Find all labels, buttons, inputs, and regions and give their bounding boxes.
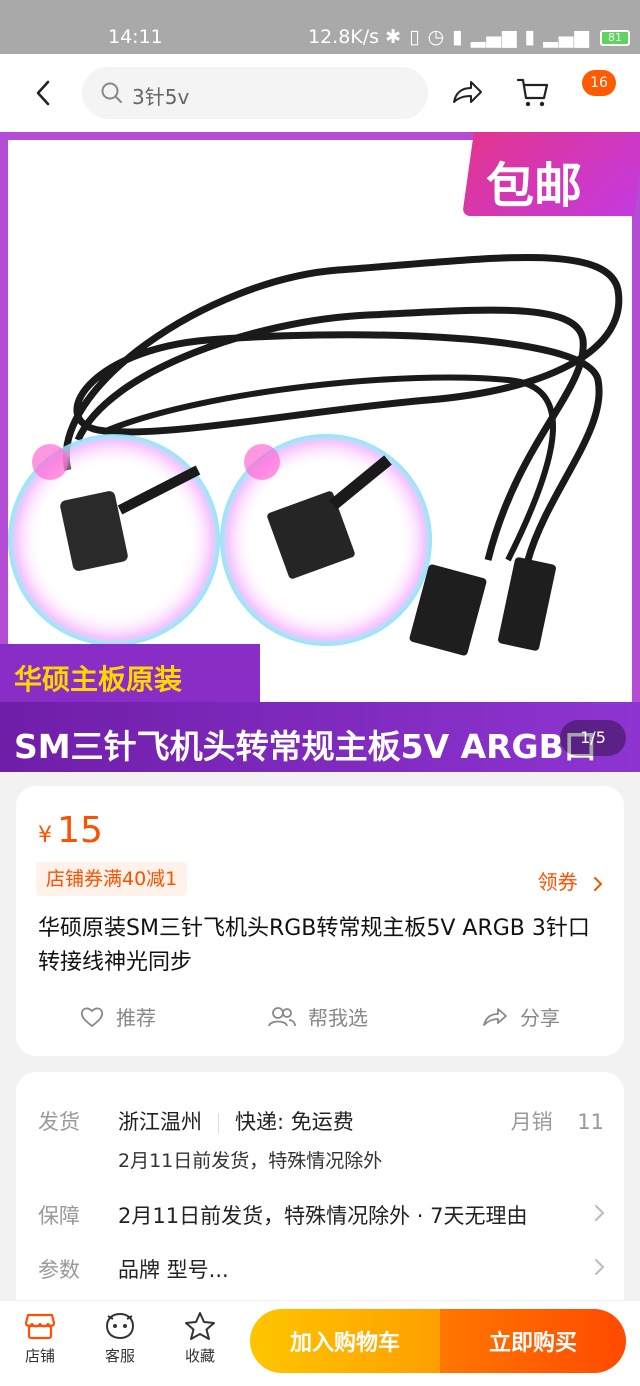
brand-tag-text: 华硕主板原装 (14, 663, 183, 696)
battery-icon: 81 (599, 29, 630, 46)
service-tab[interactable]: 客服 (90, 1311, 150, 1366)
star-icon (185, 1312, 215, 1340)
cart-icon[interactable] (516, 74, 550, 110)
shipping-card: 发货 浙江温州 快递: 免运费 月销 11 2月11日前发货，特殊情况除外 保障 … (16, 1072, 624, 1302)
product-photo (8, 140, 632, 702)
chevron-right-icon (594, 876, 603, 891)
free-shipping-label: 包邮 (486, 158, 583, 214)
chevron-right-icon (595, 1259, 605, 1275)
add-to-cart-button[interactable]: 加入购物车 (250, 1309, 440, 1373)
product-gallery[interactable]: 包邮 华硕主板原装 SM三针飞机头转常规主板5V ARGB口 1/5 (0, 132, 640, 772)
monthly-sales: 月销 11 (511, 1106, 604, 1136)
search-bar[interactable]: 3针5v (82, 67, 428, 119)
status-time: 14:11 (108, 26, 163, 48)
people-icon (268, 1006, 296, 1026)
price-card: ¥ 15 店铺券满40减1 领券 华硕原装SM三针飞机头RGB转常规主板5V A… (16, 786, 624, 1056)
favorite-label: 收藏 (184, 1347, 215, 1365)
favorite-tab[interactable]: 收藏 (170, 1311, 230, 1366)
ship-origin: 浙江温州 (118, 1110, 202, 1134)
guarantee-text: 2月11日前发货，特殊情况除外 · 7天无理由 (118, 1204, 528, 1228)
back-button[interactable] (28, 76, 58, 110)
bottom-bar: 店铺 客服 收藏 加入购物车 立即购买 (0, 1300, 640, 1386)
chevron-right-icon (595, 1205, 605, 1221)
chevron-left-icon (36, 80, 50, 106)
help-choose-label: 帮我选 (308, 1006, 368, 1030)
coupon-tag[interactable]: 店铺券满40减1 (36, 862, 188, 896)
action-row: 推荐 帮我选 分享 (16, 1002, 624, 1042)
ship-note: 2月11日前发货，特殊情况除外 (118, 1150, 383, 1172)
params-label: 参数 (38, 1258, 80, 1282)
ship-info: 浙江温州 快递: 免运费 (118, 1106, 354, 1136)
get-coupon-link[interactable]: 领券 (538, 866, 604, 895)
status-bar: 14:11 12.8K/s ✱ ▯ ◷ ▮ ▂▄▆ ▮ ▂▄▆ 81 (0, 0, 640, 54)
top-nav: 3针5v 16 (0, 54, 640, 132)
recommend-button[interactable]: 推荐 (80, 1002, 156, 1031)
recommend-label: 推荐 (116, 1006, 156, 1030)
price: ¥ 15 (38, 810, 103, 851)
status-right: 12.8K/s ✱ ▯ ◷ ▮ ▂▄▆ ▮ ▂▄▆ 81 (308, 26, 630, 48)
heart-icon (80, 1007, 104, 1027)
customer-service-icon (105, 1312, 135, 1340)
monthly-label: 月销 (510, 1110, 553, 1134)
store-tab[interactable]: 店铺 (10, 1311, 70, 1366)
product-title: 华硕原装SM三针飞机头RGB转常规主板5V ARGB 3针口转接线神光同步 (38, 916, 590, 975)
divider (218, 1113, 219, 1133)
cable-illustration (8, 254, 623, 656)
ship-label: 发货 (38, 1110, 80, 1134)
share-icon[interactable] (450, 76, 484, 110)
cart-badge: 16 (582, 70, 616, 96)
store-icon (24, 1313, 56, 1340)
image-counter: 1/5 (560, 720, 626, 756)
monthly-value: 11 (577, 1110, 604, 1134)
search-query: 3针5v (132, 85, 190, 109)
get-coupon-label: 领券 (537, 870, 578, 894)
share-icon (483, 1007, 507, 1026)
help-choose-button[interactable]: 帮我选 (268, 1002, 368, 1031)
currency-symbol: ¥ (38, 823, 52, 848)
share-action-button[interactable]: 分享 (482, 1002, 560, 1031)
buy-now-button[interactable]: 立即购买 (440, 1309, 626, 1373)
share-label: 分享 (520, 1006, 560, 1030)
image-caption: SM三针飞机头转常规主板5V ARGB口 (14, 727, 597, 766)
guarantee-label: 保障 (38, 1204, 80, 1228)
signal-icons: ✱ ▯ ◷ ▮ ▂▄▆ ▮ ▂▄▆ (385, 26, 590, 48)
params-text: 品牌 型号... (118, 1258, 229, 1282)
express-fee: 快递: 免运费 (235, 1110, 354, 1134)
service-label: 客服 (104, 1347, 135, 1365)
store-label: 店铺 (24, 1347, 55, 1365)
network-speed: 12.8K/s (308, 26, 380, 48)
search-icon (101, 82, 122, 103)
price-value: 15 (57, 810, 103, 851)
